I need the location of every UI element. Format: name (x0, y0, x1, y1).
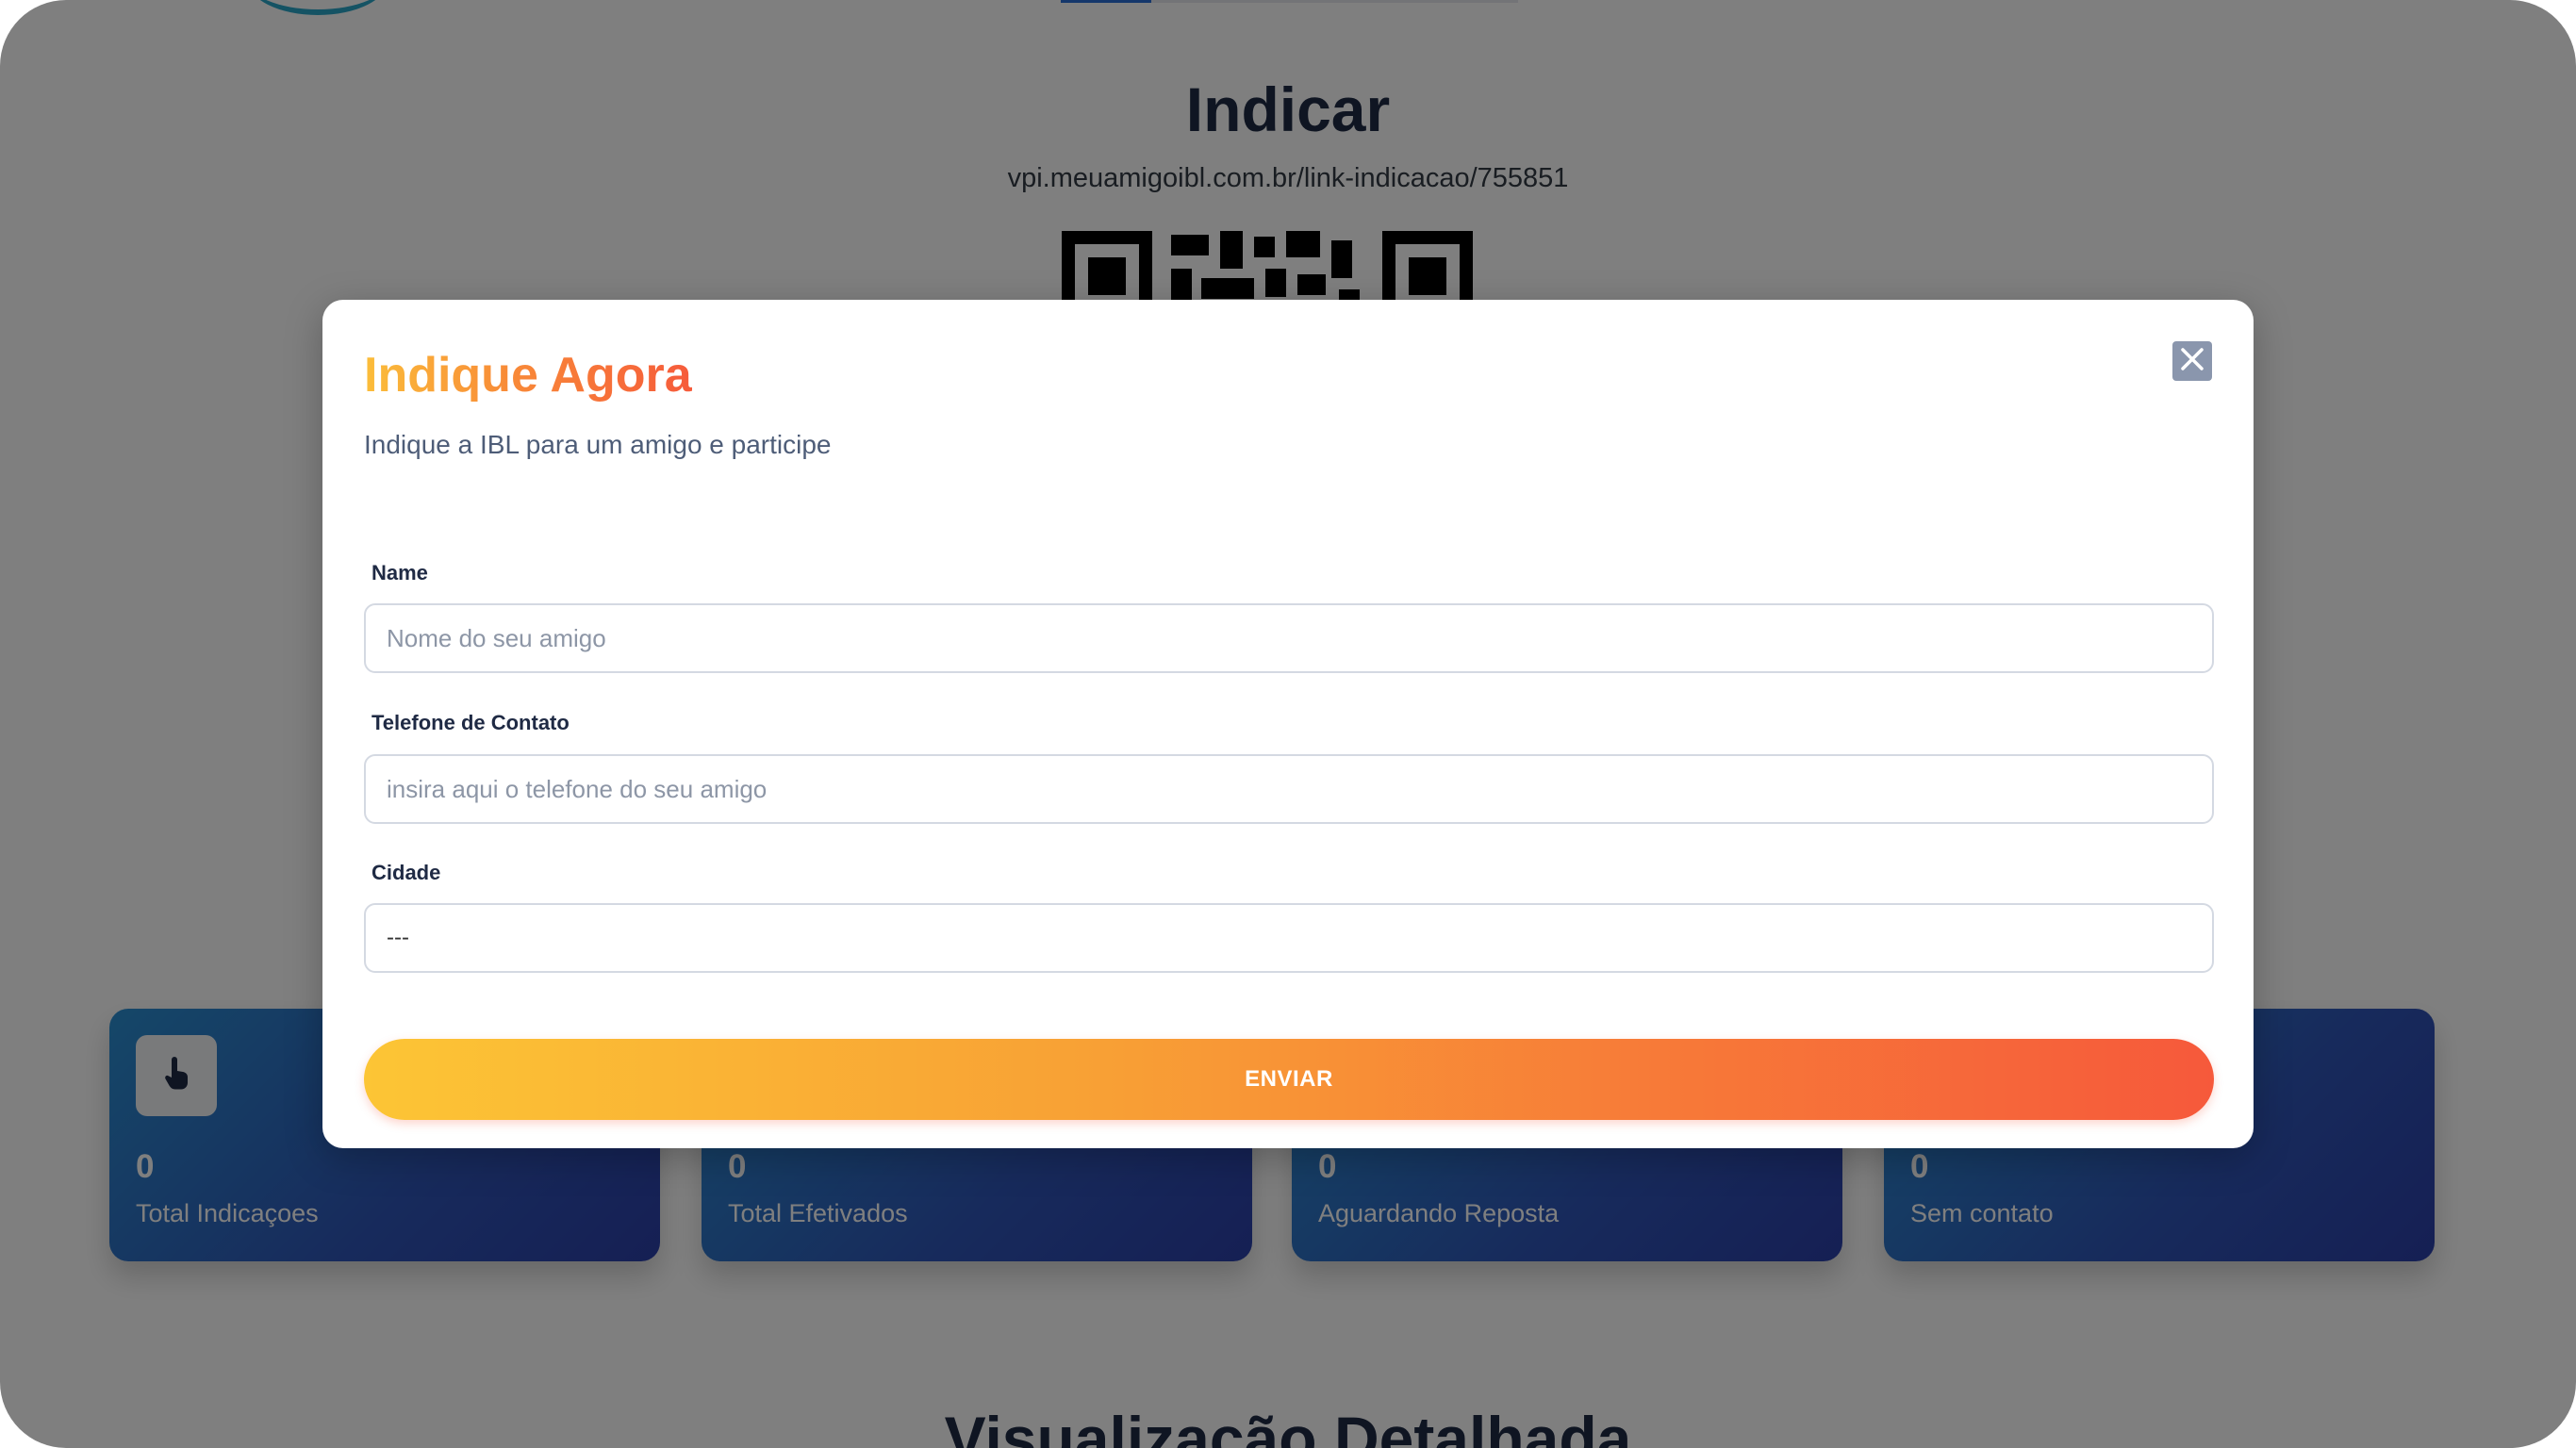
modal-subtitle: Indique a IBL para um amigo e participe (364, 430, 832, 459)
submit-button[interactable]: ENVIAR (364, 1039, 2214, 1120)
city-select-value: --- (387, 925, 409, 950)
city-label: Cidade (372, 861, 441, 884)
city-select[interactable]: --- (364, 903, 2214, 973)
name-input[interactable] (364, 603, 2214, 673)
referral-modal: Indique Agora Indique a IBL para um amig… (322, 300, 2254, 1148)
modal-title: Indique Agora (364, 348, 692, 403)
phone-input[interactable] (364, 754, 2214, 824)
phone-label: Telefone de Contato (372, 711, 570, 734)
close-icon (2178, 345, 2206, 378)
close-button[interactable] (2172, 341, 2212, 381)
name-label: Name (372, 561, 428, 584)
submit-button-label: ENVIAR (1245, 1066, 1333, 1092)
screen: Indicar vpi.meuamigoibl.com.br/link-indi… (0, 0, 2576, 1448)
